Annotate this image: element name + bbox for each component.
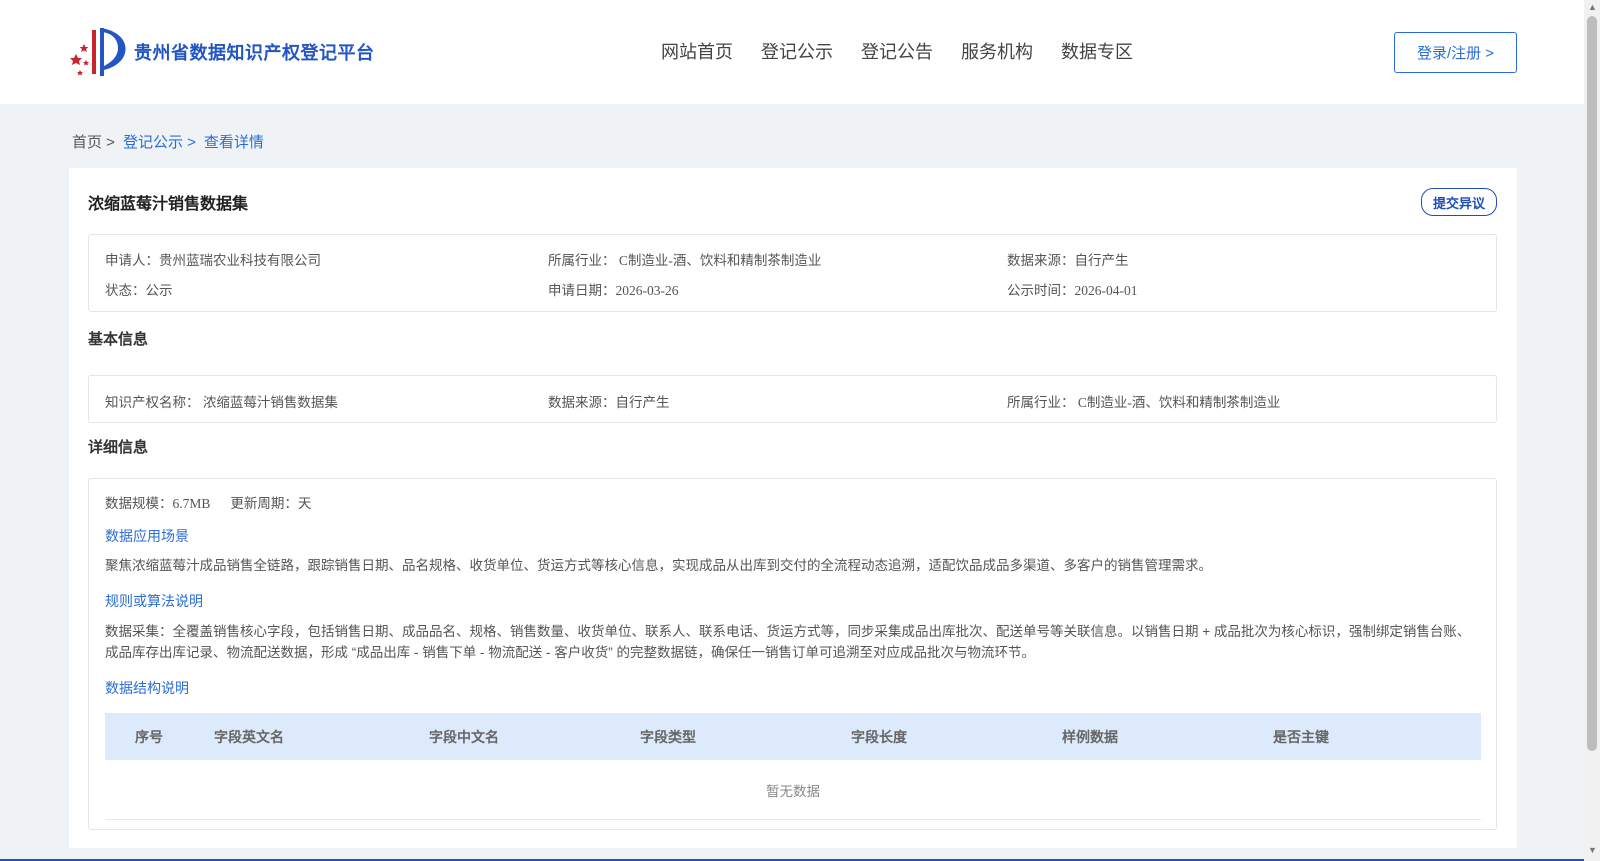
breadcrumb-home[interactable]: 首页 > <box>72 131 115 152</box>
data-source-field: 数据来源：自行产生 <box>1007 253 1129 268</box>
data-scale-field: 数据规模：6.7MB <box>105 496 211 511</box>
main-nav: 网站首页 登记公示 登记公告 服务机构 数据专区 <box>661 38 1161 64</box>
scrollbar-thumb[interactable] <box>1587 16 1597 751</box>
nav-item-registration-publicity[interactable]: 登记公示 <box>761 38 833 64</box>
logo-emblem-icon <box>70 28 126 76</box>
site-logo[interactable]: 贵州省数据知识产权登记平台 <box>70 26 375 78</box>
table-empty-row: 暂无数据 <box>105 760 1481 820</box>
detail-info-panel: 数据规模：6.7MB 更新周期：天 数据应用场景 聚焦浓缩蓝莓汁成品销售全链路，… <box>88 478 1497 830</box>
breadcrumb-registration-publicity[interactable]: 登记公示 > <box>123 131 196 152</box>
applicant-field: 申请人：贵州蓝瑞农业科技有限公司 <box>105 253 321 268</box>
page-scrollbar[interactable]: ▲ ▼ <box>1584 0 1600 861</box>
table-header-field-en: 字段英文名 <box>214 728 284 745</box>
update-cycle-field: 更新周期：天 <box>230 496 312 511</box>
table-header-field-length: 字段长度 <box>851 728 907 745</box>
basic-info-heading: 基本信息 <box>88 331 149 348</box>
detail-card: 浓缩蓝莓汁销售数据集 提交异议 申请人：贵州蓝瑞农业科技有限公司 所属行业： C… <box>69 168 1517 848</box>
rules-text: 数据采集：全覆盖销售核心字段，包括销售日期、成品品名、规格、销售数量、收货单位、… <box>105 624 1471 660</box>
basic-info-panel: 知识产权名称： 浓缩蓝莓汁销售数据集 数据来源：自行产生 所属行业： C制造业-… <box>88 375 1497 423</box>
basic-industry-field: 所属行业： C制造业-酒、饮料和精制茶制造业 <box>1007 395 1281 410</box>
nav-item-data-zone[interactable]: 数据专区 <box>1061 38 1133 64</box>
table-empty-text: 暂无数据 <box>766 783 820 799</box>
basic-data-source-field: 数据来源：自行产生 <box>548 395 670 410</box>
nav-item-service-agencies[interactable]: 服务机构 <box>961 38 1033 64</box>
page-title: 浓缩蓝莓汁销售数据集 <box>88 196 249 213</box>
scroll-up-arrow-icon[interactable]: ▲ <box>1588 2 1597 12</box>
site-header: 贵州省数据知识产权登记平台 网站首页 登记公示 登记公告 服务机构 数据专区 登… <box>0 0 1584 104</box>
login-register-button[interactable]: 登录/注册 > <box>1394 32 1517 73</box>
scenario-heading: 数据应用场景 <box>105 528 189 544</box>
publish-date-field: 公示时间：2026-04-01 <box>1007 283 1138 298</box>
logo-text: 贵州省数据知识产权登记平台 <box>134 43 375 63</box>
table-header-primary-key: 是否主键 <box>1273 728 1329 745</box>
nav-item-registration-announcement[interactable]: 登记公告 <box>861 38 933 64</box>
breadcrumb-view-detail[interactable]: 查看详情 <box>204 131 264 152</box>
industry-field: 所属行业： C制造业-酒、饮料和精制茶制造业 <box>548 253 822 268</box>
nav-item-home[interactable]: 网站首页 <box>661 38 733 64</box>
summary-panel: 申请人：贵州蓝瑞农业科技有限公司 所属行业： C制造业-酒、饮料和精制茶制造业 … <box>88 234 1497 312</box>
submit-objection-button[interactable]: 提交异议 <box>1421 188 1497 216</box>
table-header-field-type: 字段类型 <box>640 728 696 745</box>
ip-name-field: 知识产权名称： 浓缩蓝莓汁销售数据集 <box>105 395 338 410</box>
table-header-sample: 样例数据 <box>1062 728 1118 745</box>
structure-heading: 数据结构说明 <box>105 680 189 696</box>
rules-heading: 规则或算法说明 <box>105 593 203 609</box>
data-structure-table: 序号 字段英文名 字段中文名 字段类型 字段长度 样例数据 是否主键 暂无数据 <box>105 713 1481 820</box>
detail-info-heading: 详细信息 <box>88 439 149 456</box>
status-field: 状态：公示 <box>105 283 173 298</box>
scroll-down-arrow-icon[interactable]: ▼ <box>1588 845 1597 855</box>
breadcrumb: 首页 > 登记公示 > 查看详情 <box>72 131 272 152</box>
table-header-row: 序号 字段英文名 字段中文名 字段类型 字段长度 样例数据 是否主键 <box>105 713 1481 760</box>
scenario-text: 聚焦浓缩蓝莓汁成品销售全链路，跟踪销售日期、品名规格、收货单位、货运方式等核心信… <box>105 558 1212 573</box>
table-header-index: 序号 <box>135 728 163 745</box>
apply-date-field: 申请日期：2026-03-26 <box>548 283 679 298</box>
table-header-field-cn: 字段中文名 <box>429 728 499 745</box>
